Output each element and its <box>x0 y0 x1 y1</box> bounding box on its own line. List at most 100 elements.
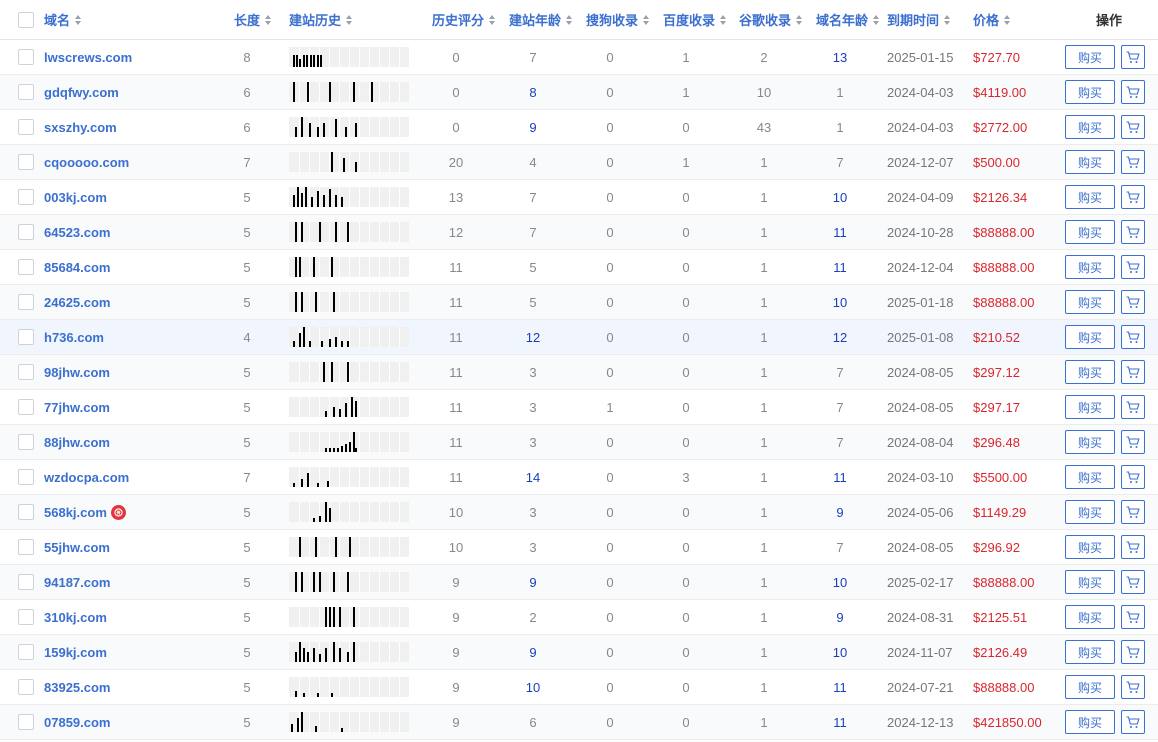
row-checkbox[interactable] <box>18 469 34 485</box>
row-checkbox[interactable] <box>18 399 34 415</box>
add-to-cart-button[interactable] <box>1121 290 1145 314</box>
buy-button[interactable]: 购买 <box>1065 185 1115 209</box>
domain-link[interactable]: 568kj.com <box>44 495 126 529</box>
add-to-cart-button[interactable] <box>1121 325 1145 349</box>
domain-link-value[interactable]: 77jhw.com <box>44 400 110 415</box>
buy-button[interactable]: 购买 <box>1065 80 1115 104</box>
row-checkbox[interactable] <box>18 119 34 135</box>
add-to-cart-button[interactable] <box>1121 150 1145 174</box>
row-checkbox[interactable] <box>18 259 34 275</box>
buy-button[interactable]: 购买 <box>1065 325 1115 349</box>
add-to-cart-button[interactable] <box>1121 45 1145 69</box>
header-expire[interactable]: 到期时间 <box>887 0 951 39</box>
domain-link-value[interactable]: 159kj.com <box>44 645 107 660</box>
domain-link[interactable]: gdqfwy.com <box>44 75 119 109</box>
row-checkbox[interactable] <box>18 329 34 345</box>
buy-button[interactable]: 购买 <box>1065 220 1115 244</box>
domain-link[interactable]: 77jhw.com <box>44 390 110 424</box>
domain-link[interactable]: 003kj.com <box>44 180 107 214</box>
domain-link-value[interactable]: 07859.com <box>44 715 111 730</box>
buy-button[interactable]: 购买 <box>1065 395 1115 419</box>
row-checkbox[interactable] <box>18 49 34 65</box>
add-to-cart-button[interactable] <box>1121 535 1145 559</box>
select-all-checkbox[interactable] <box>18 11 34 28</box>
buy-button[interactable]: 购买 <box>1065 640 1115 664</box>
domain-link-value[interactable]: 85684.com <box>44 260 111 275</box>
domain-link[interactable]: lwscrews.com <box>44 40 132 74</box>
row-checkbox[interactable] <box>18 609 34 625</box>
header-price[interactable]: 价格 <box>973 0 1011 39</box>
header-score[interactable]: 历史评分 <box>432 0 496 39</box>
add-to-cart-button[interactable] <box>1121 465 1145 489</box>
buy-button[interactable]: 购买 <box>1065 605 1115 629</box>
domain-link[interactable]: 85684.com <box>44 250 111 284</box>
header-google[interactable]: 谷歌收录 <box>739 0 803 39</box>
domain-link[interactable]: 88jhw.com <box>44 425 110 459</box>
domain-link-value[interactable]: 94187.com <box>44 575 111 590</box>
buy-button[interactable]: 购买 <box>1065 290 1115 314</box>
domain-link-value[interactable]: wzdocpa.com <box>44 470 129 485</box>
row-checkbox[interactable] <box>18 189 34 205</box>
domain-link[interactable]: 64523.com <box>44 215 111 249</box>
domain-link[interactable]: sxszhy.com <box>44 110 117 144</box>
row-checkbox[interactable] <box>18 154 34 170</box>
header-domain[interactable]: 域名 <box>44 0 82 39</box>
add-to-cart-button[interactable] <box>1121 80 1145 104</box>
row-checkbox[interactable] <box>18 714 34 730</box>
row-checkbox[interactable] <box>18 504 34 520</box>
row-checkbox[interactable] <box>18 294 34 310</box>
row-checkbox[interactable] <box>18 679 34 695</box>
row-checkbox[interactable] <box>18 574 34 590</box>
add-to-cart-button[interactable] <box>1121 255 1145 279</box>
row-checkbox[interactable] <box>18 84 34 100</box>
domain-link-value[interactable]: 24625.com <box>44 295 111 310</box>
add-to-cart-button[interactable] <box>1121 185 1145 209</box>
domain-link-value[interactable]: 003kj.com <box>44 190 107 205</box>
buy-button[interactable]: 购买 <box>1065 115 1115 139</box>
domain-link[interactable]: 07859.com <box>44 705 111 739</box>
add-to-cart-button[interactable] <box>1121 640 1145 664</box>
domain-link[interactable]: 24625.com <box>44 285 111 319</box>
domain-link-value[interactable]: sxszhy.com <box>44 120 117 135</box>
domain-link-value[interactable]: 98jhw.com <box>44 365 110 380</box>
buy-button[interactable]: 购买 <box>1065 45 1115 69</box>
buy-button[interactable]: 购买 <box>1065 255 1115 279</box>
header-history[interactable]: 建站历史 <box>289 0 353 39</box>
add-to-cart-button[interactable] <box>1121 675 1145 699</box>
header-baidu[interactable]: 百度收录 <box>663 0 727 39</box>
domain-link-value[interactable]: lwscrews.com <box>44 50 132 65</box>
row-checkbox[interactable] <box>18 644 34 660</box>
header-length[interactable]: 长度 <box>234 0 272 39</box>
domain-link[interactable]: h736.com <box>44 320 104 354</box>
domain-link[interactable]: 98jhw.com <box>44 355 110 389</box>
domain-link[interactable]: 55jhw.com <box>44 530 110 564</box>
buy-button[interactable]: 购买 <box>1065 570 1115 594</box>
add-to-cart-button[interactable] <box>1121 115 1145 139</box>
domain-link-value[interactable]: 64523.com <box>44 225 111 240</box>
domain-link-value[interactable]: 83925.com <box>44 680 111 695</box>
add-to-cart-button[interactable] <box>1121 430 1145 454</box>
domain-link-value[interactable]: gdqfwy.com <box>44 85 119 100</box>
domain-link-value[interactable]: 88jhw.com <box>44 435 110 450</box>
header-domain-age[interactable]: 域名年龄 <box>816 0 880 39</box>
domain-link-value[interactable]: 310kj.com <box>44 610 107 625</box>
row-checkbox[interactable] <box>18 539 34 555</box>
domain-link[interactable]: 310kj.com <box>44 600 107 634</box>
domain-link[interactable]: 94187.com <box>44 565 111 599</box>
buy-button[interactable]: 购买 <box>1065 430 1115 454</box>
add-to-cart-button[interactable] <box>1121 710 1145 734</box>
buy-button[interactable]: 购买 <box>1065 535 1115 559</box>
add-to-cart-button[interactable] <box>1121 500 1145 524</box>
row-checkbox[interactable] <box>18 224 34 240</box>
buy-button[interactable]: 购买 <box>1065 675 1115 699</box>
buy-button[interactable]: 购买 <box>1065 465 1115 489</box>
header-build-age[interactable]: 建站年龄 <box>509 0 573 39</box>
add-to-cart-button[interactable] <box>1121 570 1145 594</box>
add-to-cart-button[interactable] <box>1121 220 1145 244</box>
row-checkbox[interactable] <box>18 434 34 450</box>
domain-link-value[interactable]: 55jhw.com <box>44 540 110 555</box>
add-to-cart-button[interactable] <box>1121 605 1145 629</box>
domain-link[interactable]: wzdocpa.com <box>44 460 129 494</box>
header-sogou[interactable]: 搜狗收录 <box>586 0 650 39</box>
buy-button[interactable]: 购买 <box>1065 710 1115 734</box>
